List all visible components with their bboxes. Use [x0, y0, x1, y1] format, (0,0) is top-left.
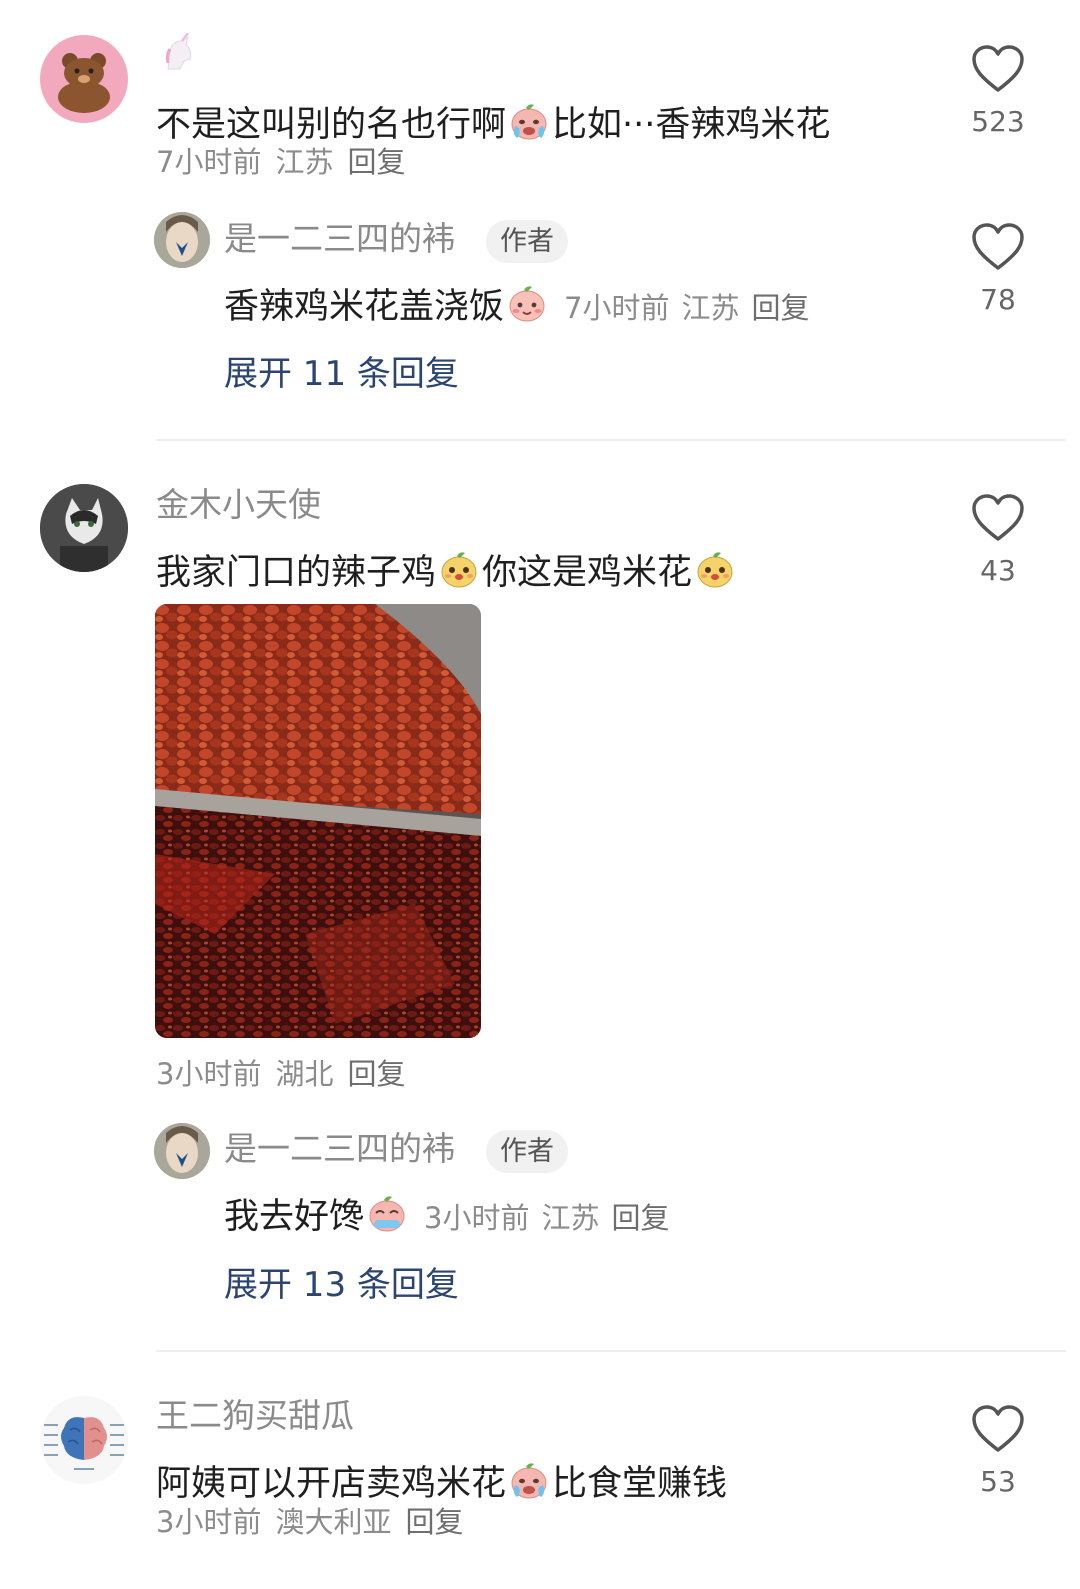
- comment-meta: 3小时前 澳大利亚 回复: [156, 1508, 477, 1537]
- comment-meta: 7小时前 江苏 回复: [156, 148, 419, 177]
- comment-time: 3小时前: [156, 1505, 262, 1539]
- comment-time: 7小时前: [156, 145, 262, 179]
- brain-diagram-icon: [40, 1396, 128, 1484]
- like-button[interactable]: 78: [963, 222, 1033, 314]
- username[interactable]: 是一二三四的袆: [224, 222, 455, 255]
- author-badge: 作者: [486, 1130, 568, 1173]
- reply-text: 香辣鸡米花盖浇饭 7小时前 江苏 回复: [224, 282, 822, 325]
- comment-meta: 3小时前 湖北 回复: [156, 1060, 419, 1089]
- peach-drool-emoji: [366, 1192, 408, 1234]
- like-button[interactable]: 53: [963, 1404, 1033, 1496]
- reply-location: 江苏: [541, 1201, 600, 1235]
- avatar[interactable]: [40, 1396, 128, 1484]
- comment-time: 3小时前: [156, 1057, 262, 1091]
- divider: [156, 439, 1066, 441]
- teddy-bear-icon: [58, 53, 110, 113]
- yellow-dog-emoji: [694, 548, 736, 590]
- comment-text: 不是这叫别的名也行啊 比如···香辣鸡米花: [156, 100, 830, 143]
- reply-time: 3小时前: [424, 1201, 530, 1235]
- crying-peach-emoji: [508, 100, 550, 142]
- expand-replies-button[interactable]: 展开 13 条回复: [224, 1268, 459, 1302]
- username[interactable]: 是一二三四的袆: [224, 1132, 455, 1165]
- divider: [156, 1350, 1066, 1352]
- reply-button[interactable]: 回复: [347, 1057, 405, 1091]
- author-badge: 作者: [486, 220, 568, 263]
- reply-button[interactable]: 回复: [405, 1505, 463, 1539]
- peach-smile-emoji: [506, 282, 548, 324]
- like-button[interactable]: 43: [963, 493, 1033, 585]
- like-count: 53: [980, 1465, 1016, 1498]
- like-button[interactable]: 523: [963, 44, 1033, 136]
- unicorn-icon: [158, 32, 198, 73]
- like-count: 78: [980, 283, 1016, 316]
- avatar[interactable]: [154, 1123, 210, 1179]
- comment-text: 我家门口的辣子鸡 你这是鸡米花: [156, 548, 738, 591]
- comment-location: 澳大利亚: [275, 1505, 392, 1539]
- reply-time: 7小时前: [564, 291, 670, 325]
- like-count: 43: [980, 554, 1016, 587]
- reply-button[interactable]: 回复: [347, 145, 405, 179]
- spicy-chicken-photo: [155, 604, 481, 1038]
- comment-location: 江苏: [275, 145, 334, 179]
- avatar[interactable]: [40, 484, 128, 572]
- yellow-dog-emoji: [438, 548, 480, 590]
- comment-image[interactable]: [155, 604, 481, 1038]
- expand-replies-button[interactable]: 展开 11 条回复: [224, 357, 459, 391]
- heart-outline-icon: [971, 222, 1025, 272]
- reply-button[interactable]: 回复: [751, 291, 809, 325]
- username[interactable]: 金木小天使: [156, 488, 321, 521]
- avatar[interactable]: [154, 212, 210, 268]
- reply-location: 江苏: [681, 291, 740, 325]
- crying-peach-emoji: [508, 1459, 550, 1501]
- heart-outline-icon: [971, 44, 1025, 94]
- heart-outline-icon: [971, 1404, 1025, 1454]
- reply-text: 我去好馋 3小时前 江苏 回复: [224, 1192, 682, 1235]
- avatar[interactable]: [40, 35, 128, 123]
- face-photo-icon: [154, 1123, 210, 1179]
- like-count: 523: [971, 105, 1025, 138]
- username[interactable]: 王二狗买甜瓜: [156, 1399, 354, 1432]
- cat-photo-icon: [40, 484, 128, 572]
- comment-location: 湖北: [275, 1057, 334, 1091]
- comment-text: 阿姨可以开店卖鸡米花 比食堂赚钱: [156, 1459, 727, 1502]
- heart-outline-icon: [971, 493, 1025, 543]
- reply-button[interactable]: 回复: [611, 1201, 669, 1235]
- face-photo-icon: [154, 212, 210, 268]
